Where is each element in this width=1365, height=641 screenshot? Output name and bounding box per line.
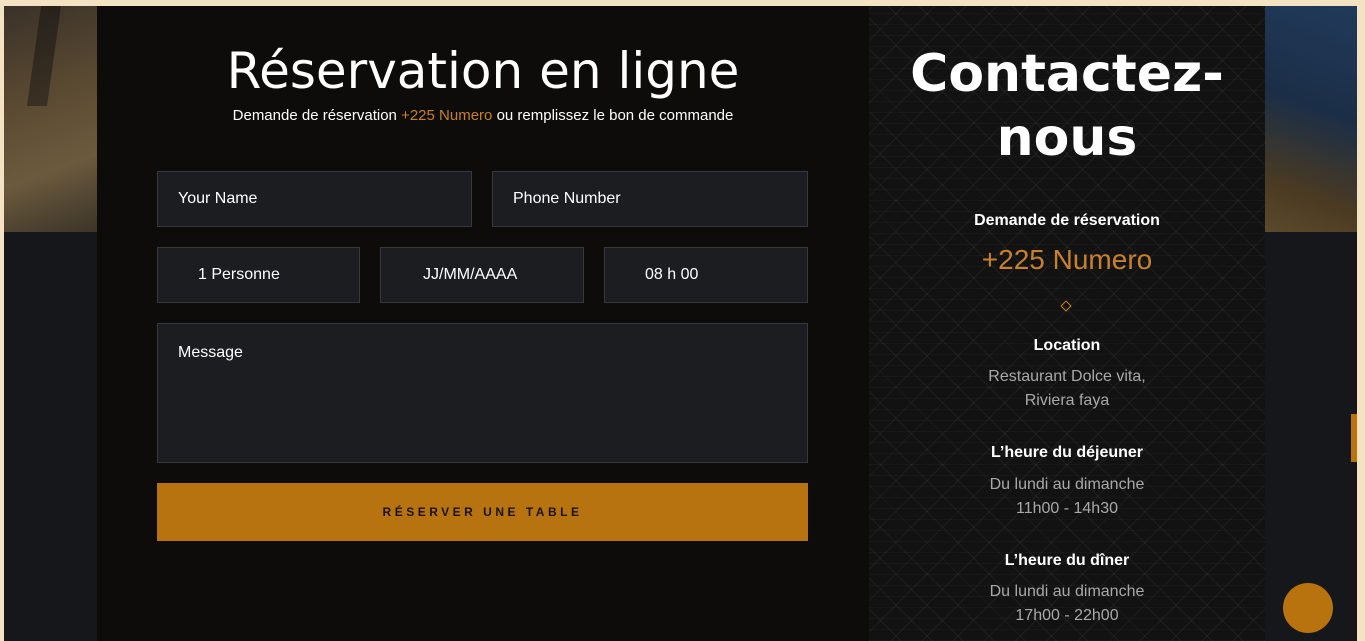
page-viewport: Réservation en ligne Demande de réservat… xyxy=(4,6,1357,641)
reservation-section: Réservation en ligne Demande de réservat… xyxy=(97,6,869,641)
subtitle-suffix: ou remplissez le bon de commande xyxy=(496,107,734,124)
time-value: 08 h 00 xyxy=(645,266,699,283)
persons-select[interactable]: 1 Personne xyxy=(157,247,360,303)
dinner-days: Du lundi au dimanche xyxy=(989,583,1145,600)
date-input[interactable]: JJ/MM/AAAA xyxy=(380,247,584,303)
message-textarea[interactable]: Message xyxy=(157,323,808,463)
name-input[interactable]: Your Name xyxy=(157,171,472,227)
name-placeholder: Your Name xyxy=(178,190,258,207)
dinner-hours: 17h00 - 22h00 xyxy=(1015,607,1119,624)
lunch-label: L’heure du déjeuner xyxy=(990,444,1144,461)
phone-placeholder: Phone Number xyxy=(513,190,621,207)
contact-title: Contactez-nous xyxy=(910,44,1224,168)
reservation-subtitle: Demande de réservation +225 Numero ou re… xyxy=(97,107,869,124)
contact-panel: Contactez-nous Demande de réservation +2… xyxy=(869,6,1265,641)
subtitle-prefix: Demande de réservation xyxy=(232,107,397,124)
lunch-days: Du lundi au dimanche xyxy=(989,476,1145,493)
message-placeholder: Message xyxy=(178,344,243,361)
diamond-divider-icon xyxy=(1060,300,1072,312)
date-placeholder: JJ/MM/AAAA xyxy=(423,266,518,283)
reservation-label: Demande de réservation xyxy=(974,212,1160,229)
lunch-hours: 11h00 - 14h30 xyxy=(1015,500,1118,517)
location-line-1: Restaurant Dolce vita, xyxy=(988,368,1146,385)
phone-input[interactable]: Phone Number xyxy=(492,171,808,227)
location-line-2: Riviera faya xyxy=(1024,392,1110,409)
background-photo-right xyxy=(1265,6,1357,232)
contact-phone-link[interactable]: +225 Numero xyxy=(869,244,1265,276)
background-photo-left xyxy=(4,6,98,232)
time-select[interactable]: 08 h 00 xyxy=(604,247,808,303)
persons-value: 1 Personne xyxy=(198,266,280,283)
reservation-title: Réservation en ligne xyxy=(226,42,740,100)
scroll-indicator[interactable] xyxy=(1351,414,1357,462)
chat-bubble-button[interactable] xyxy=(1283,583,1333,633)
reserve-table-button[interactable]: RÉSERVER UNE TABLE xyxy=(157,483,808,541)
subtitle-phone-link[interactable]: +225 Numero xyxy=(401,107,492,124)
dinner-label: L’heure du dîner xyxy=(1004,552,1130,569)
location-label: Location xyxy=(1033,337,1101,354)
